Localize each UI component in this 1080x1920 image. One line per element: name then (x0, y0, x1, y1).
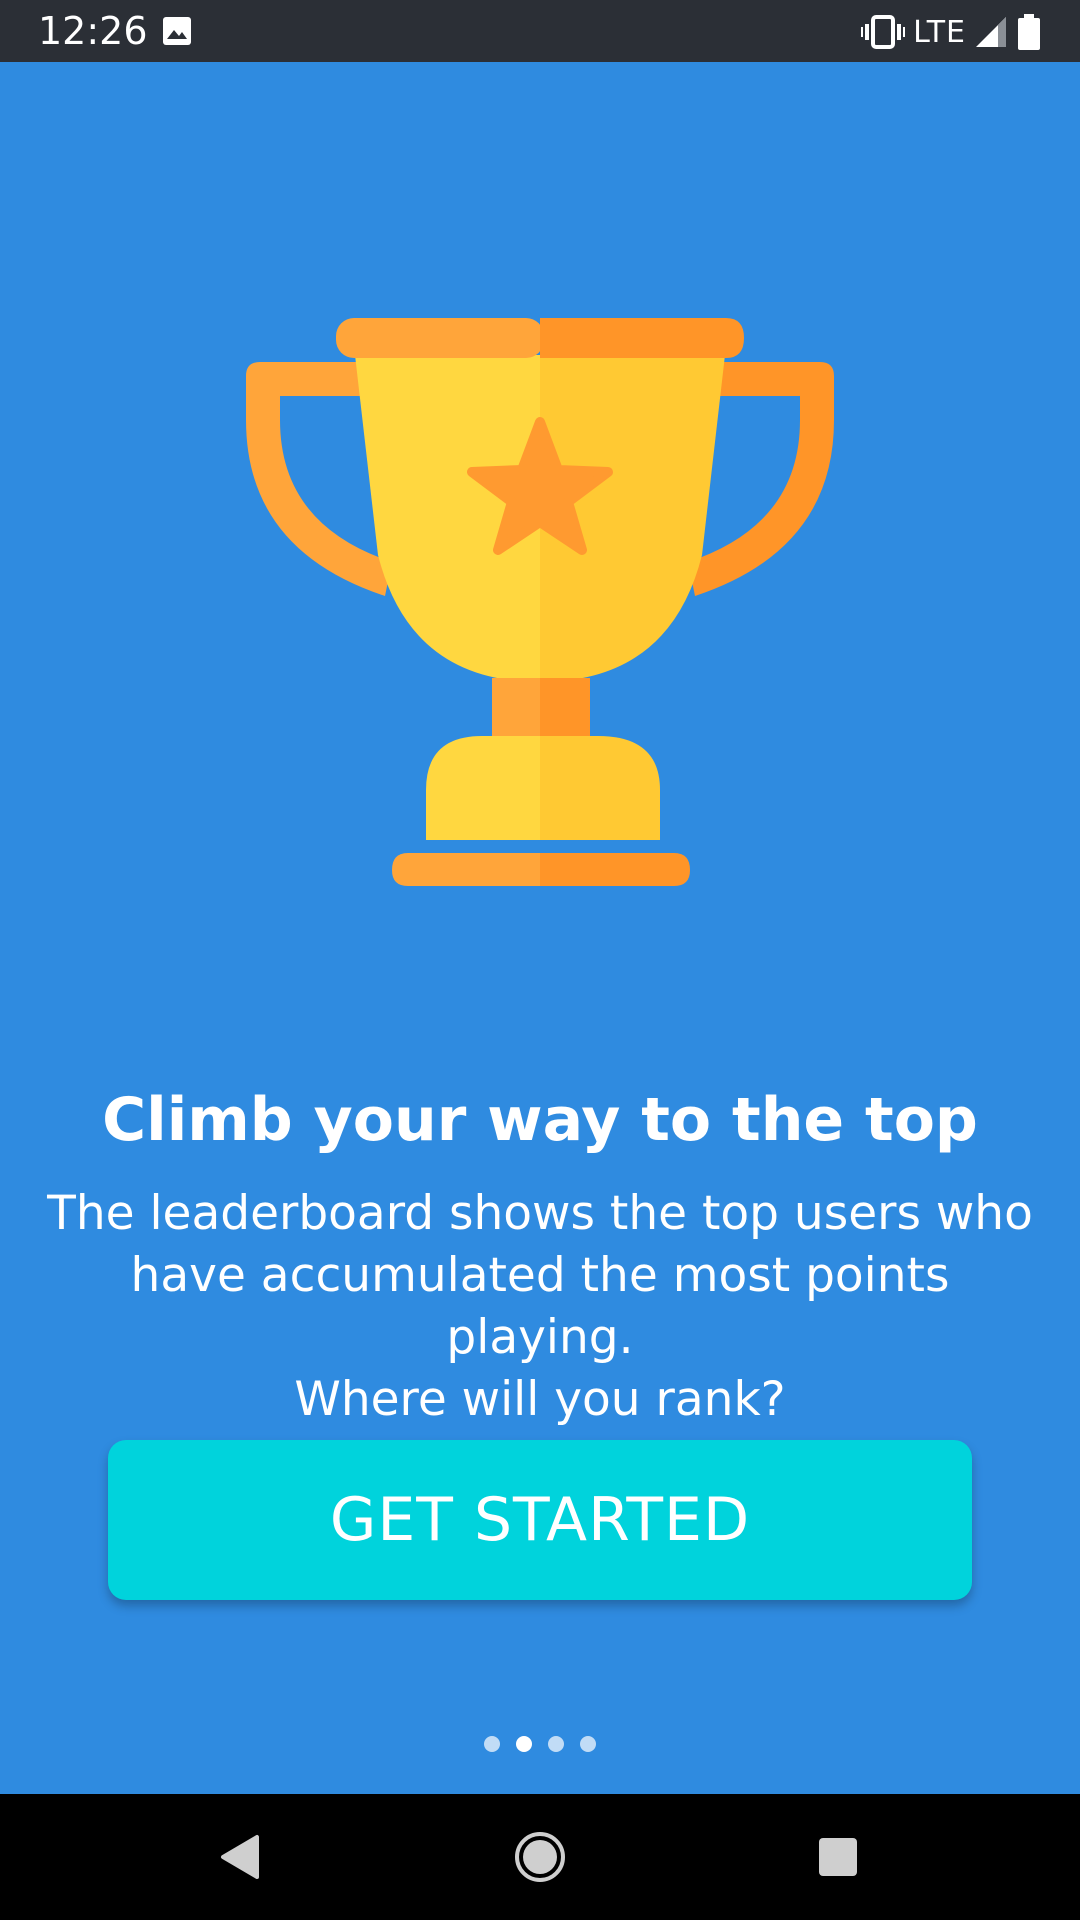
status-bar: 12:26 LTE (0, 0, 1080, 62)
network-label: LTE (913, 14, 966, 50)
onboarding-headline: Climb your way to the top (102, 1085, 978, 1155)
home-button[interactable] (505, 1822, 575, 1892)
trophy-stem-right (540, 678, 590, 746)
trophy-base-left (426, 736, 540, 840)
trophy-rim-right (540, 318, 744, 358)
signal-icon (976, 17, 1006, 47)
trophy-plinth-right (540, 853, 690, 886)
trophy-rim-left (336, 318, 544, 358)
status-right-group: LTE (861, 12, 1042, 52)
trophy-base-right (540, 736, 660, 840)
recents-icon (819, 1838, 857, 1876)
onboarding-description: The leaderboard shows the top users who … (40, 1183, 1040, 1431)
home-icon (515, 1832, 565, 1882)
vibrate-icon (861, 15, 906, 49)
page-dot-2[interactable] (516, 1736, 532, 1752)
description-line-3: Where will you rank? (294, 1372, 786, 1427)
status-time: 12:26 (38, 9, 148, 53)
battery-icon (1018, 14, 1040, 50)
trophy-icon (246, 318, 834, 886)
description-line-1: The leaderboard shows the top users who (47, 1186, 1033, 1241)
description-line-2: have accumulated the most points playing… (130, 1248, 950, 1365)
page-indicator (0, 1736, 1080, 1752)
trophy-stem-left (492, 678, 542, 746)
page-dot-3[interactable] (548, 1736, 564, 1752)
back-button[interactable] (204, 1822, 274, 1892)
image-icon (163, 17, 191, 45)
page-dot-4[interactable] (580, 1736, 596, 1752)
trophy-plinth-left (392, 853, 540, 886)
get-started-button[interactable]: GET STARTED (108, 1440, 972, 1600)
onboarding-screen: 12:26 LTE Climb your way to the top The … (0, 0, 1080, 1920)
page-dot-1[interactable] (484, 1736, 500, 1752)
back-icon (221, 1835, 259, 1879)
recents-button[interactable] (803, 1822, 873, 1892)
system-nav-bar (0, 1794, 1080, 1920)
